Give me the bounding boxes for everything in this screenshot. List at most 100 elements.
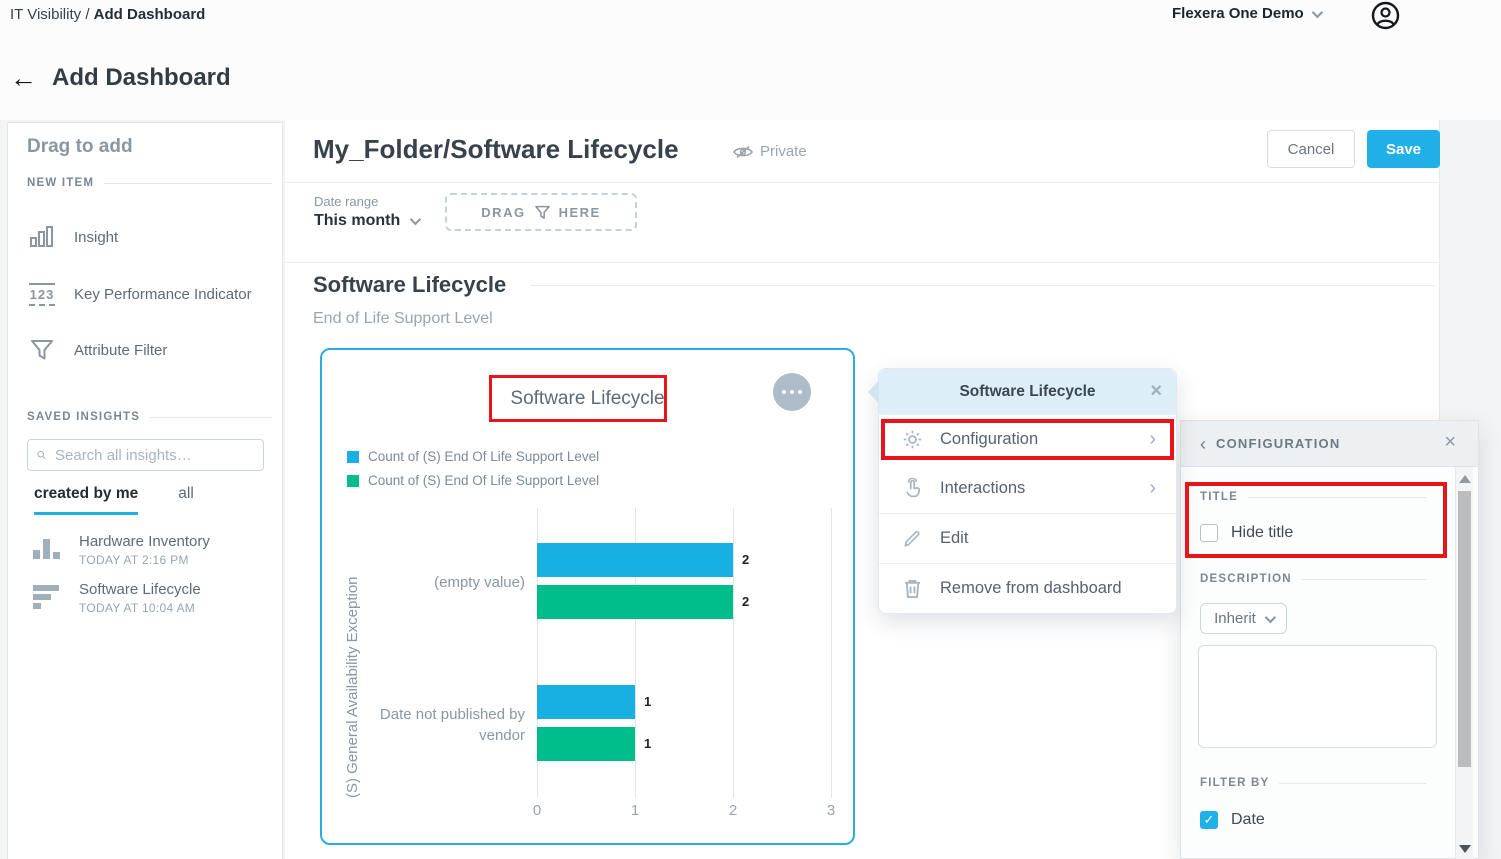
bar-value-label: 1: [644, 736, 651, 751]
x-tick-label: 3: [818, 802, 844, 819]
divider: [285, 182, 1440, 183]
bar-value-label: 2: [742, 594, 749, 609]
menu-item-remove-from-dashboard[interactable]: Remove from dashboard: [879, 564, 1176, 613]
search-input[interactable]: [55, 447, 254, 464]
menu-item-interactions[interactable]: Interactions ›: [879, 464, 1176, 513]
scrollbar-thumb[interactable]: [1458, 491, 1471, 767]
eye-off-icon: [733, 145, 753, 159]
user-avatar[interactable]: [1371, 1, 1400, 30]
trash-icon: [901, 578, 923, 599]
x-tick-label: 0: [524, 802, 550, 819]
date-range-label: Date range: [314, 194, 378, 209]
inherit-dropdown-value: Inherit: [1214, 610, 1256, 627]
configuration-panel-title: CONFIGURATION: [1216, 436, 1340, 451]
sidebar-item-attribute-filter[interactable]: Attribute Filter: [27, 328, 272, 372]
bar: [537, 685, 635, 719]
insight-title: Software Lifecycle: [79, 581, 201, 598]
date-range-dropdown[interactable]: This month: [314, 212, 418, 230]
saved-insight-software-lifecycle[interactable]: Software Lifecycle TODAY AT 10:04 AM: [33, 581, 263, 615]
chevron-right-icon: ›: [1149, 477, 1156, 500]
saved-insight-hardware-inventory[interactable]: Hardware Inventory TODAY AT 2:16 PM: [33, 533, 263, 567]
description-section-label: DESCRIPTION: [1200, 573, 1292, 585]
breadcrumb-root[interactable]: IT Visibility: [10, 6, 81, 23]
close-icon[interactable]: ×: [1444, 431, 1456, 454]
app-root: IT Visibility / Add Dashboard Flexera On…: [0, 0, 1501, 859]
top-bar: IT Visibility / Add Dashboard Flexera On…: [0, 0, 1501, 120]
sidebar-item-label: Key Performance Indicator: [74, 286, 252, 303]
card-menu-button[interactable]: [773, 373, 811, 411]
menu-item-edit[interactable]: Edit: [879, 514, 1176, 563]
filter-drop-zone[interactable]: DRAG HERE: [445, 193, 637, 231]
gridline: [733, 508, 734, 798]
insight-section-title: Software Lifecycle: [313, 272, 506, 298]
bar: [537, 727, 635, 761]
configuration-panel-header: ‹ CONFIGURATION ×: [1181, 421, 1478, 467]
y-axis-label: (S) General Availability Exception: [344, 508, 361, 798]
dashboard-title[interactable]: My_Folder/Software Lifecycle: [313, 134, 679, 165]
menu-item-label: Configuration: [940, 430, 1038, 449]
chevron-down-icon: [1311, 6, 1322, 17]
x-tick-label: 2: [720, 802, 746, 819]
sidebar-item-kpi[interactable]: 123 Key Performance Indicator: [27, 272, 272, 316]
hide-title-checkbox-row[interactable]: Hide title: [1200, 524, 1293, 542]
legend-entry: Count of (S) End Of Life Support Level: [347, 449, 599, 464]
insights-search[interactable]: [27, 439, 264, 471]
sidebar-item-label: Attribute Filter: [74, 342, 167, 359]
divider: [104, 183, 272, 184]
context-menu-header: Software Lifecycle ×: [879, 369, 1176, 415]
bar-chart-icon: [27, 223, 57, 251]
panel-scrollbar[interactable]: [1455, 467, 1473, 859]
org-selector-label: Flexera One Demo: [1172, 5, 1304, 22]
breadcrumb: IT Visibility / Add Dashboard: [10, 6, 205, 23]
date-range-value: This month: [314, 212, 400, 230]
legend-label: Count of (S) End Of Life Support Level: [368, 473, 599, 488]
drop-zone-text-after: HERE: [559, 205, 601, 220]
cancel-button[interactable]: Cancel: [1267, 130, 1355, 168]
insight-card[interactable]: Software Lifecycle Count of (S) End Of L…: [320, 348, 855, 845]
back-arrow-icon[interactable]: ←: [10, 65, 37, 92]
context-menu-title: Software Lifecycle: [959, 383, 1095, 401]
bar: [537, 585, 733, 619]
insight-title: Hardware Inventory: [79, 533, 210, 550]
back-chevron-icon[interactable]: ‹: [1200, 435, 1206, 453]
filter-by-section-label: FILTER BY: [1200, 777, 1269, 789]
org-selector[interactable]: Flexera One Demo: [1172, 5, 1320, 22]
menu-item-label: Remove from dashboard: [940, 579, 1122, 598]
divider: [1279, 783, 1426, 784]
x-tick-label: 1: [622, 802, 648, 819]
scroll-down-arrow[interactable]: [1459, 845, 1471, 853]
date-filter-checkbox-row[interactable]: ✓ Date: [1200, 811, 1265, 829]
tab-all[interactable]: all: [178, 485, 194, 515]
description-textarea[interactable]: [1198, 645, 1437, 748]
insights-tabs: created by me all: [34, 485, 194, 515]
date-filter-checkbox[interactable]: ✓: [1200, 811, 1218, 829]
chevron-down-icon: [1265, 611, 1276, 622]
sidebar-item-insight[interactable]: Insight: [27, 215, 272, 259]
search-icon: [37, 447, 46, 463]
scroll-up-arrow[interactable]: [1459, 475, 1471, 483]
divider: [285, 262, 1440, 263]
funnel-icon: [534, 204, 551, 221]
tab-created-by-me[interactable]: created by me: [34, 485, 138, 515]
divider: [530, 285, 1435, 286]
divider: [1302, 579, 1426, 580]
insight-section-subtitle: End of Life Support Level: [313, 310, 493, 328]
save-button[interactable]: Save: [1367, 130, 1440, 168]
bar-value-label: 1: [644, 694, 651, 709]
hide-title-checkbox[interactable]: [1200, 524, 1218, 542]
menu-item-configuration[interactable]: Configuration ›: [879, 415, 1176, 464]
row-chart-icon: [33, 581, 61, 615]
description-inherit-dropdown[interactable]: Inherit: [1200, 603, 1287, 634]
insight-timestamp: TODAY AT 10:04 AM: [79, 601, 201, 615]
tap-icon: [901, 478, 923, 499]
gridline: [831, 508, 832, 798]
legend-entry: Count of (S) End Of Life Support Level: [347, 473, 599, 488]
menu-item-label: Edit: [940, 529, 968, 548]
123-icon: 123: [27, 283, 57, 306]
close-icon[interactable]: ×: [1150, 380, 1162, 403]
divider: [150, 417, 272, 418]
privacy-badge: Private: [733, 143, 807, 160]
column-chart-icon: [33, 533, 61, 559]
category-label: (empty value): [377, 572, 525, 593]
card-context-menu: Software Lifecycle × Configuration › Int…: [878, 368, 1177, 614]
